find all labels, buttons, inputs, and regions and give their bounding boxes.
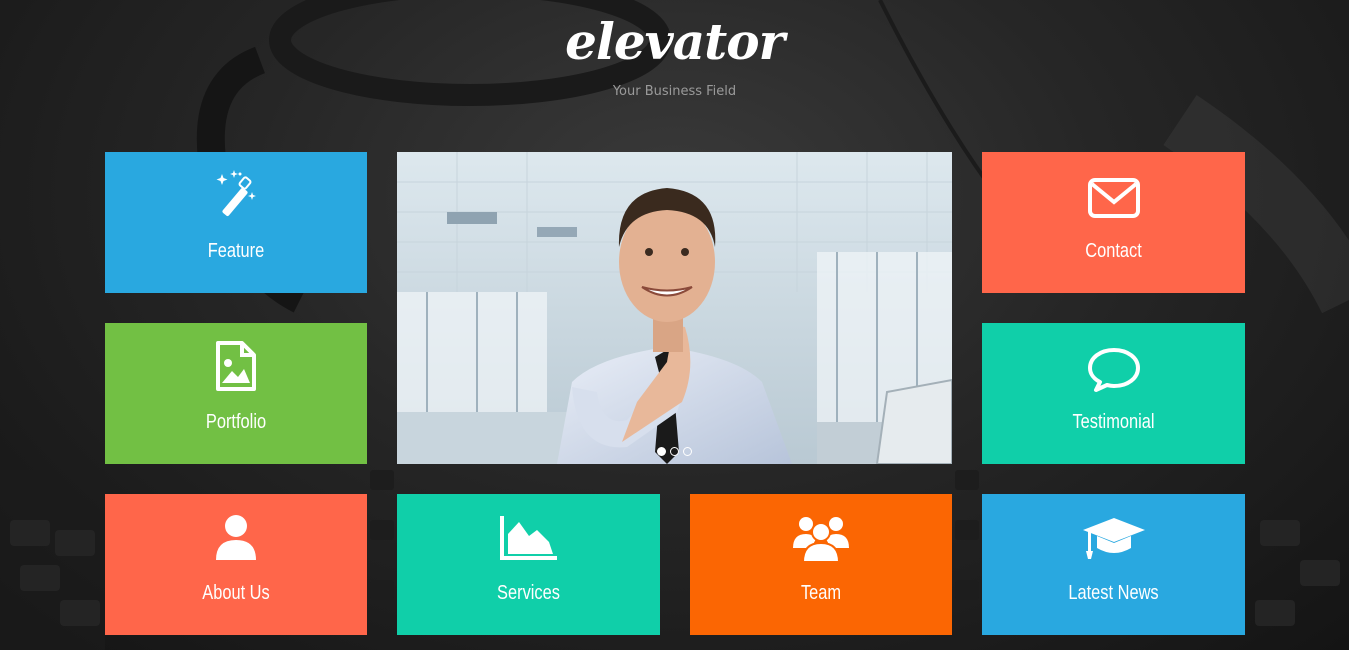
tile-portfolio-label: Portfolio [205, 411, 267, 433]
tile-services-label: Services [497, 582, 560, 604]
envelope-icon [1087, 178, 1140, 218]
tile-testimonial-label: Testimonial [1072, 411, 1155, 433]
tile-latest-news[interactable]: Latest News [982, 494, 1245, 635]
area-chart-icon [499, 516, 557, 560]
hero-slider[interactable] [397, 152, 952, 464]
user-icon [216, 515, 256, 560]
tile-about-us[interactable]: About Us [105, 494, 367, 635]
site-tagline: Your Business Field [612, 84, 737, 99]
tile-feature-label: Feature [207, 240, 265, 262]
tile-team[interactable]: Team [690, 494, 952, 635]
tile-feature[interactable]: Feature [105, 152, 367, 293]
tile-portfolio[interactable]: Portfolio [105, 323, 367, 464]
tile-contact-label: Contact [1085, 240, 1142, 262]
site-logo[interactable]: elevator [0, 12, 1349, 71]
graduation-cap-icon [1082, 518, 1145, 559]
tile-about-us-label: About Us [202, 582, 270, 604]
tile-team-label: Team [800, 582, 842, 604]
magic-wand-icon [216, 170, 256, 217]
speech-bubble-icon [1087, 348, 1140, 392]
tile-services[interactable]: Services [397, 494, 660, 635]
image-file-icon [216, 341, 256, 391]
slider-dot[interactable] [683, 447, 692, 456]
group-icon [793, 517, 849, 563]
tile-contact[interactable]: Contact [982, 152, 1245, 293]
slider-dot[interactable] [657, 447, 666, 456]
tile-testimonial[interactable]: Testimonial [982, 323, 1245, 464]
slider-dot[interactable] [670, 447, 679, 456]
slider-pagination [397, 447, 952, 456]
hero-slide-image [397, 152, 952, 464]
tile-latest-news-label: Latest News [1068, 582, 1159, 604]
